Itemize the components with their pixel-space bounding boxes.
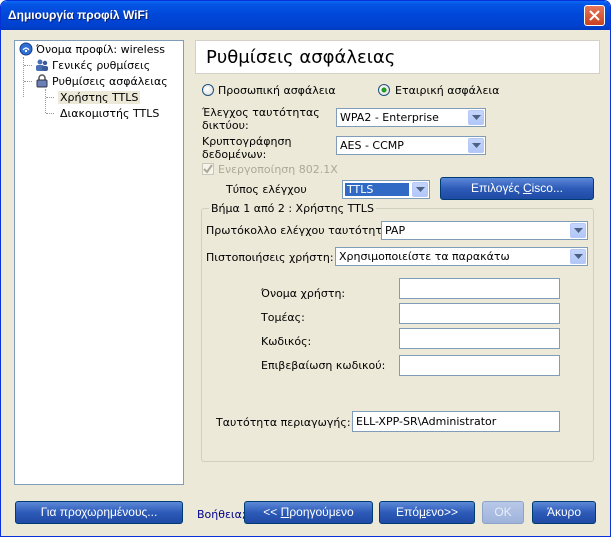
network-auth-label: Έλεγχος ταυτότητας — [202, 106, 320, 119]
cisco-options-label-rest: isco... — [531, 181, 563, 195]
data-encryption-select[interactable]: AES - CCMP — [336, 136, 486, 155]
domain-label: Τομέας: — [261, 311, 305, 324]
data-encryption-label: Κρυπτογράφηση — [202, 135, 292, 148]
cisco-options-label: Επιλογές — [471, 181, 523, 195]
network-auth-select[interactable]: WPA2 - Enterprise — [336, 108, 486, 127]
network-auth-label-2: δικτύου: — [202, 119, 249, 132]
previous-button[interactable]: << Προηγούμενο — [244, 501, 373, 524]
next-button-rest: ενο>> — [425, 505, 458, 519]
tree-item-general[interactable]: Γενικές ρυθμίσεις — [35, 58, 150, 74]
dialog-client: Όνομα προφίλ: wireless Γενικές ρυθμίσεις… — [4, 30, 607, 534]
users-icon — [35, 58, 49, 72]
confirm-password-label: Επιβεβαίωση κωδικού: — [261, 359, 386, 372]
enterprise-security-radio[interactable] — [378, 84, 390, 96]
tree-connector — [23, 57, 24, 97]
chevron-down-icon[interactable] — [570, 223, 586, 238]
tree-connector — [45, 89, 46, 113]
advanced-button-label: Για προχωρημένους... — [40, 505, 158, 519]
enable-8021x-checkbox[interactable] — [202, 163, 214, 175]
title-bar[interactable]: Δημιουργία προφίλ WiFi — [1, 1, 610, 30]
previous-button-label: << — [263, 505, 281, 519]
tree-item-profile[interactable]: Όνομα προφίλ: wireless — [19, 42, 165, 58]
window-title: Δημιουργία προφίλ WiFi — [8, 8, 149, 22]
chevron-down-icon[interactable] — [468, 110, 484, 125]
chevron-down-icon[interactable] — [570, 249, 586, 264]
lock-icon — [35, 74, 49, 88]
chevron-down-icon[interactable] — [468, 138, 484, 153]
domain-input[interactable] — [399, 303, 560, 324]
tree-item-label: Ρυθμίσεις ασφάλειας — [52, 75, 168, 88]
roaming-identity-label: Ταυτότητα περιαγωγής: — [216, 416, 351, 429]
data-encryption-value: AES - CCMP — [340, 139, 404, 152]
tree-connector — [24, 65, 32, 66]
cancel-button-label: Άκυρο — [546, 505, 582, 519]
close-button[interactable] — [584, 5, 605, 26]
wifi-profile-icon — [19, 42, 33, 56]
auth-type-select[interactable]: TTLS — [342, 180, 430, 199]
cancel-button[interactable]: Άκυρο — [532, 501, 596, 524]
roaming-identity-input[interactable]: ELL-XPP-SR\Administrator — [352, 411, 560, 432]
group-title: Βήμα 1 από 2 : Χρήστης TTLS — [209, 202, 376, 215]
auth-protocol-value: PAP — [385, 224, 406, 237]
tree-connector — [46, 97, 54, 98]
previous-button-rest: ροηγούμενο — [289, 505, 354, 519]
tree-item-ttls-user[interactable]: Χρήστης TTLS — [58, 90, 141, 106]
personal-security-radio[interactable] — [202, 84, 214, 96]
tree-item-label: Χρήστης TTLS — [58, 91, 141, 104]
advanced-button[interactable]: Για προχωρημένους... — [15, 501, 183, 524]
user-credentials-label: Πιστοποιήσεις χρήστη: — [206, 251, 334, 264]
tree-item-label: Όνομα προφίλ: wireless — [36, 43, 165, 56]
chevron-down-icon[interactable] — [412, 182, 428, 197]
cisco-options-label-accel: C — [522, 181, 532, 195]
user-credentials-value: Χρησιμοποιείστε τα παρακάτω — [339, 250, 510, 263]
roaming-identity-value: ELL-XPP-SR\Administrator — [356, 415, 497, 428]
cisco-options-button[interactable]: Επιλογές Cisco... — [440, 177, 594, 200]
network-auth-value: WPA2 - Enterprise — [340, 111, 439, 124]
next-button[interactable]: Επόμενο>> — [379, 501, 475, 524]
next-button-accel: μ — [419, 505, 426, 519]
password-input[interactable] — [399, 328, 560, 349]
data-encryption-label-2: δεδομένων: — [202, 148, 267, 161]
username-label: Όνομα χρήστη: — [261, 287, 346, 300]
next-button-label: Επό — [396, 505, 419, 519]
auth-type-value: TTLS — [345, 183, 409, 196]
username-input[interactable] — [399, 278, 560, 299]
tree-item-security[interactable]: Ρυθμίσεις ασφάλειας — [35, 74, 168, 90]
tree-connector — [46, 113, 54, 114]
page-title: Ρυθμίσεις ασφάλειας — [206, 47, 396, 68]
confirm-password-input[interactable] — [399, 355, 560, 376]
auth-protocol-select[interactable]: PAP — [381, 221, 588, 240]
ok-button[interactable]: OK — [482, 501, 524, 524]
auth-protocol-label: Πρωτόκολλο ελέγχου ταυτότητας: — [206, 224, 400, 237]
password-label: Κωδικός: — [261, 335, 312, 348]
enable-8021x-label: Ενεργοποίηση 802.1X — [218, 163, 338, 176]
profile-tree[interactable]: Όνομα προφίλ: wireless Γενικές ρυθμίσεις… — [14, 40, 184, 485]
tree-item-ttls-server[interactable]: Διακομιστής TTLS — [60, 106, 159, 122]
close-icon — [589, 10, 600, 21]
help-link[interactable]: Βοήθεια; — [197, 508, 246, 521]
personal-security-label: Προσωπική ασφάλεια — [218, 84, 336, 97]
tree-item-label: Διακομιστής TTLS — [60, 107, 160, 120]
user-credentials-select[interactable]: Χρησιμοποιείστε τα παρακάτω — [335, 247, 588, 266]
tree-connector — [24, 81, 32, 82]
auth-type-label: Τύπος ελέγχου — [226, 183, 307, 196]
enterprise-security-label: Εταιρική ασφάλεια — [395, 84, 500, 97]
tree-item-label: Γενικές ρυθμίσεις — [52, 59, 151, 72]
check-icon — [203, 164, 213, 174]
ok-button-label: OK — [494, 505, 512, 519]
wifi-profile-dialog: Δημιουργία προφίλ WiFi Όνομα προφίλ: wir… — [0, 0, 611, 537]
panel-header: Ρυθμίσεις ασφάλειας — [195, 40, 600, 74]
